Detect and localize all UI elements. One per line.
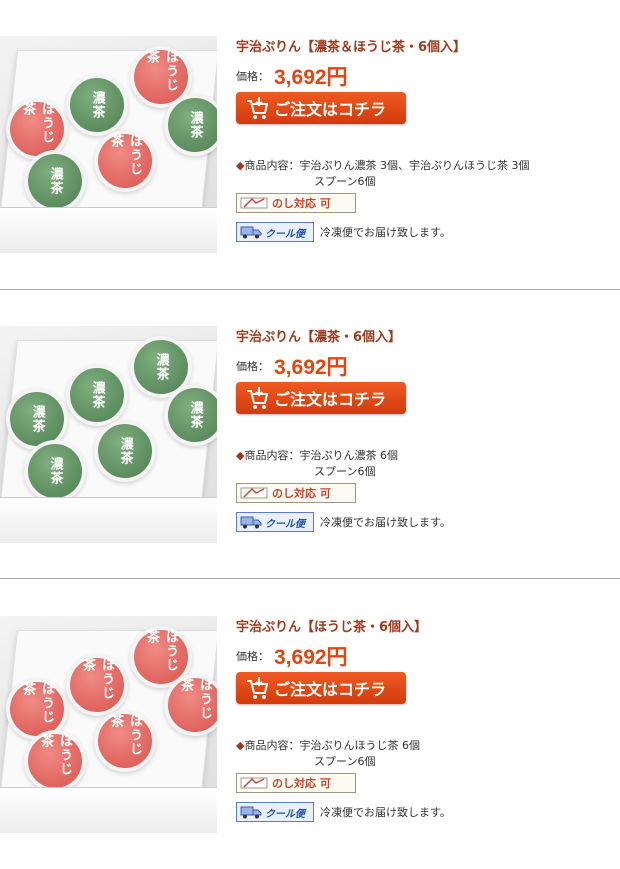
order-button[interactable]: ご注文はコチラ bbox=[236, 92, 406, 124]
price-value: 3,692円 bbox=[274, 356, 348, 379]
noshi-icon bbox=[240, 777, 268, 789]
pudding-jar: 濃茶 bbox=[168, 388, 217, 442]
pudding-jar: 濃茶 bbox=[70, 368, 124, 422]
product-contents: ◆商品内容：宇治ぷりん濃茶 6個 スプーン6個 bbox=[236, 448, 398, 480]
cool-label: クール便 bbox=[265, 228, 305, 240]
cool-text: 冷凍便でお届け致します。 bbox=[320, 516, 451, 529]
product-title[interactable]: 宇治ぷりん【ほうじ茶・6個入】 bbox=[236, 616, 427, 635]
divider bbox=[0, 578, 620, 579]
pudding-jar: ほうじ茶 bbox=[134, 630, 188, 684]
cart-icon bbox=[247, 677, 269, 699]
cool-badge: クール便 bbox=[236, 512, 314, 532]
divider bbox=[0, 289, 620, 290]
price-label: 価格： bbox=[236, 70, 269, 83]
pudding-jar: 濃茶 bbox=[28, 444, 82, 498]
noshi-icon bbox=[240, 197, 268, 209]
noshi-badge: のし対応 可 bbox=[236, 773, 356, 793]
pudding-jar: ほうじ茶 bbox=[168, 678, 217, 732]
price-label: 価格： bbox=[236, 650, 269, 663]
pudding-jar: ほうじ茶 bbox=[134, 50, 188, 104]
pudding-jar: 濃茶 bbox=[28, 154, 82, 208]
product-item: ほうじ茶 ほうじ茶 ほうじ茶 ほうじ茶 ほうじ茶 ほうじ茶 宇治ぷりん【ほうじ茶… bbox=[0, 616, 620, 856]
order-button-label: ご注文はコチラ bbox=[274, 100, 387, 119]
contents-line: スプーン6個 bbox=[314, 465, 376, 478]
noshi-label: のし対応 可 bbox=[272, 487, 331, 500]
cool-label: クール便 bbox=[265, 808, 305, 820]
pudding-jar: ほうじ茶 bbox=[10, 682, 64, 736]
truck-icon bbox=[240, 226, 262, 239]
pudding-jar: 濃茶 bbox=[168, 98, 217, 152]
cool-badge: クール便 bbox=[236, 222, 314, 242]
product-photo[interactable]: ほうじ茶 濃茶 ほうじ茶 ほうじ茶 濃茶 濃茶 bbox=[0, 36, 217, 253]
noshi-label: のし対応 可 bbox=[272, 197, 331, 210]
cart-icon bbox=[247, 97, 269, 119]
cool-delivery: クール便 冷凍便でお届け致します。 bbox=[236, 512, 451, 532]
price-label: 価格： bbox=[236, 360, 269, 373]
price-value: 3,692円 bbox=[274, 646, 348, 669]
product-item: ほうじ茶 濃茶 ほうじ茶 ほうじ茶 濃茶 濃茶 宇治ぷりん【濃茶＆ほうじ茶・6個… bbox=[0, 36, 620, 276]
contents-line: 商品内容：宇治ぷりん濃茶 6個 bbox=[244, 449, 398, 462]
noshi-label: のし対応 可 bbox=[272, 777, 331, 790]
noshi-icon bbox=[240, 487, 268, 499]
contents-line: 商品内容：宇治ぷりん濃茶 3個、宇治ぷりんほうじ茶 3個 bbox=[244, 159, 530, 172]
cart-icon bbox=[247, 387, 269, 409]
contents-line: スプーン6個 bbox=[314, 755, 376, 768]
product-contents: ◆商品内容：宇治ぷりん濃茶 3個、宇治ぷりんほうじ茶 3個 スプーン6個 bbox=[236, 158, 529, 190]
pudding-jar: ほうじ茶 bbox=[28, 734, 82, 788]
product-title[interactable]: 宇治ぷりん【濃茶＆ほうじ茶・6個入】 bbox=[236, 36, 466, 55]
pudding-jar: 濃茶 bbox=[134, 340, 188, 394]
noshi-badge: のし対応 可 bbox=[236, 193, 356, 213]
truck-icon bbox=[240, 516, 262, 529]
noshi-badge: のし対応 可 bbox=[236, 483, 356, 503]
box-flap bbox=[0, 497, 217, 543]
cool-label: クール便 bbox=[265, 518, 305, 530]
order-button-label: ご注文はコチラ bbox=[274, 680, 387, 699]
pudding-jar: 濃茶 bbox=[10, 392, 64, 446]
truck-icon bbox=[240, 806, 262, 819]
contents-line: スプーン6個 bbox=[314, 175, 376, 188]
box-flap bbox=[0, 207, 217, 253]
pudding-jar: 濃茶 bbox=[98, 424, 152, 478]
cool-delivery: クール便 冷凍便でお届け致します。 bbox=[236, 802, 451, 822]
product-photo[interactable]: 濃茶 濃茶 濃茶 濃茶 濃茶 濃茶 bbox=[0, 326, 217, 543]
order-button[interactable]: ご注文はコチラ bbox=[236, 382, 406, 414]
cool-delivery: クール便 冷凍便でお届け致します。 bbox=[236, 222, 451, 242]
product-photo[interactable]: ほうじ茶 ほうじ茶 ほうじ茶 ほうじ茶 ほうじ茶 ほうじ茶 bbox=[0, 616, 217, 833]
contents-line: 商品内容：宇治ぷりんほうじ茶 6個 bbox=[244, 739, 420, 752]
pudding-jar: ほうじ茶 bbox=[98, 714, 152, 768]
pudding-jar: ほうじ茶 bbox=[10, 102, 64, 156]
pudding-jar: ほうじ茶 bbox=[70, 658, 124, 712]
order-button-label: ご注文はコチラ bbox=[274, 390, 387, 409]
pudding-jar: 濃茶 bbox=[70, 78, 124, 132]
product-item: 濃茶 濃茶 濃茶 濃茶 濃茶 濃茶 宇治ぷりん【濃茶・6個入】 価格： 3,69… bbox=[0, 326, 620, 566]
product-title[interactable]: 宇治ぷりん【濃茶・6個入】 bbox=[236, 326, 401, 345]
cool-text: 冷凍便でお届け致します。 bbox=[320, 806, 451, 819]
order-button[interactable]: ご注文はコチラ bbox=[236, 672, 406, 704]
price-value: 3,692円 bbox=[274, 66, 348, 89]
box-flap bbox=[0, 787, 217, 833]
pudding-jar: ほうじ茶 bbox=[98, 134, 152, 188]
product-contents: ◆商品内容：宇治ぷりんほうじ茶 6個 スプーン6個 bbox=[236, 738, 420, 770]
cool-text: 冷凍便でお届け致します。 bbox=[320, 226, 451, 239]
cool-badge: クール便 bbox=[236, 802, 314, 822]
